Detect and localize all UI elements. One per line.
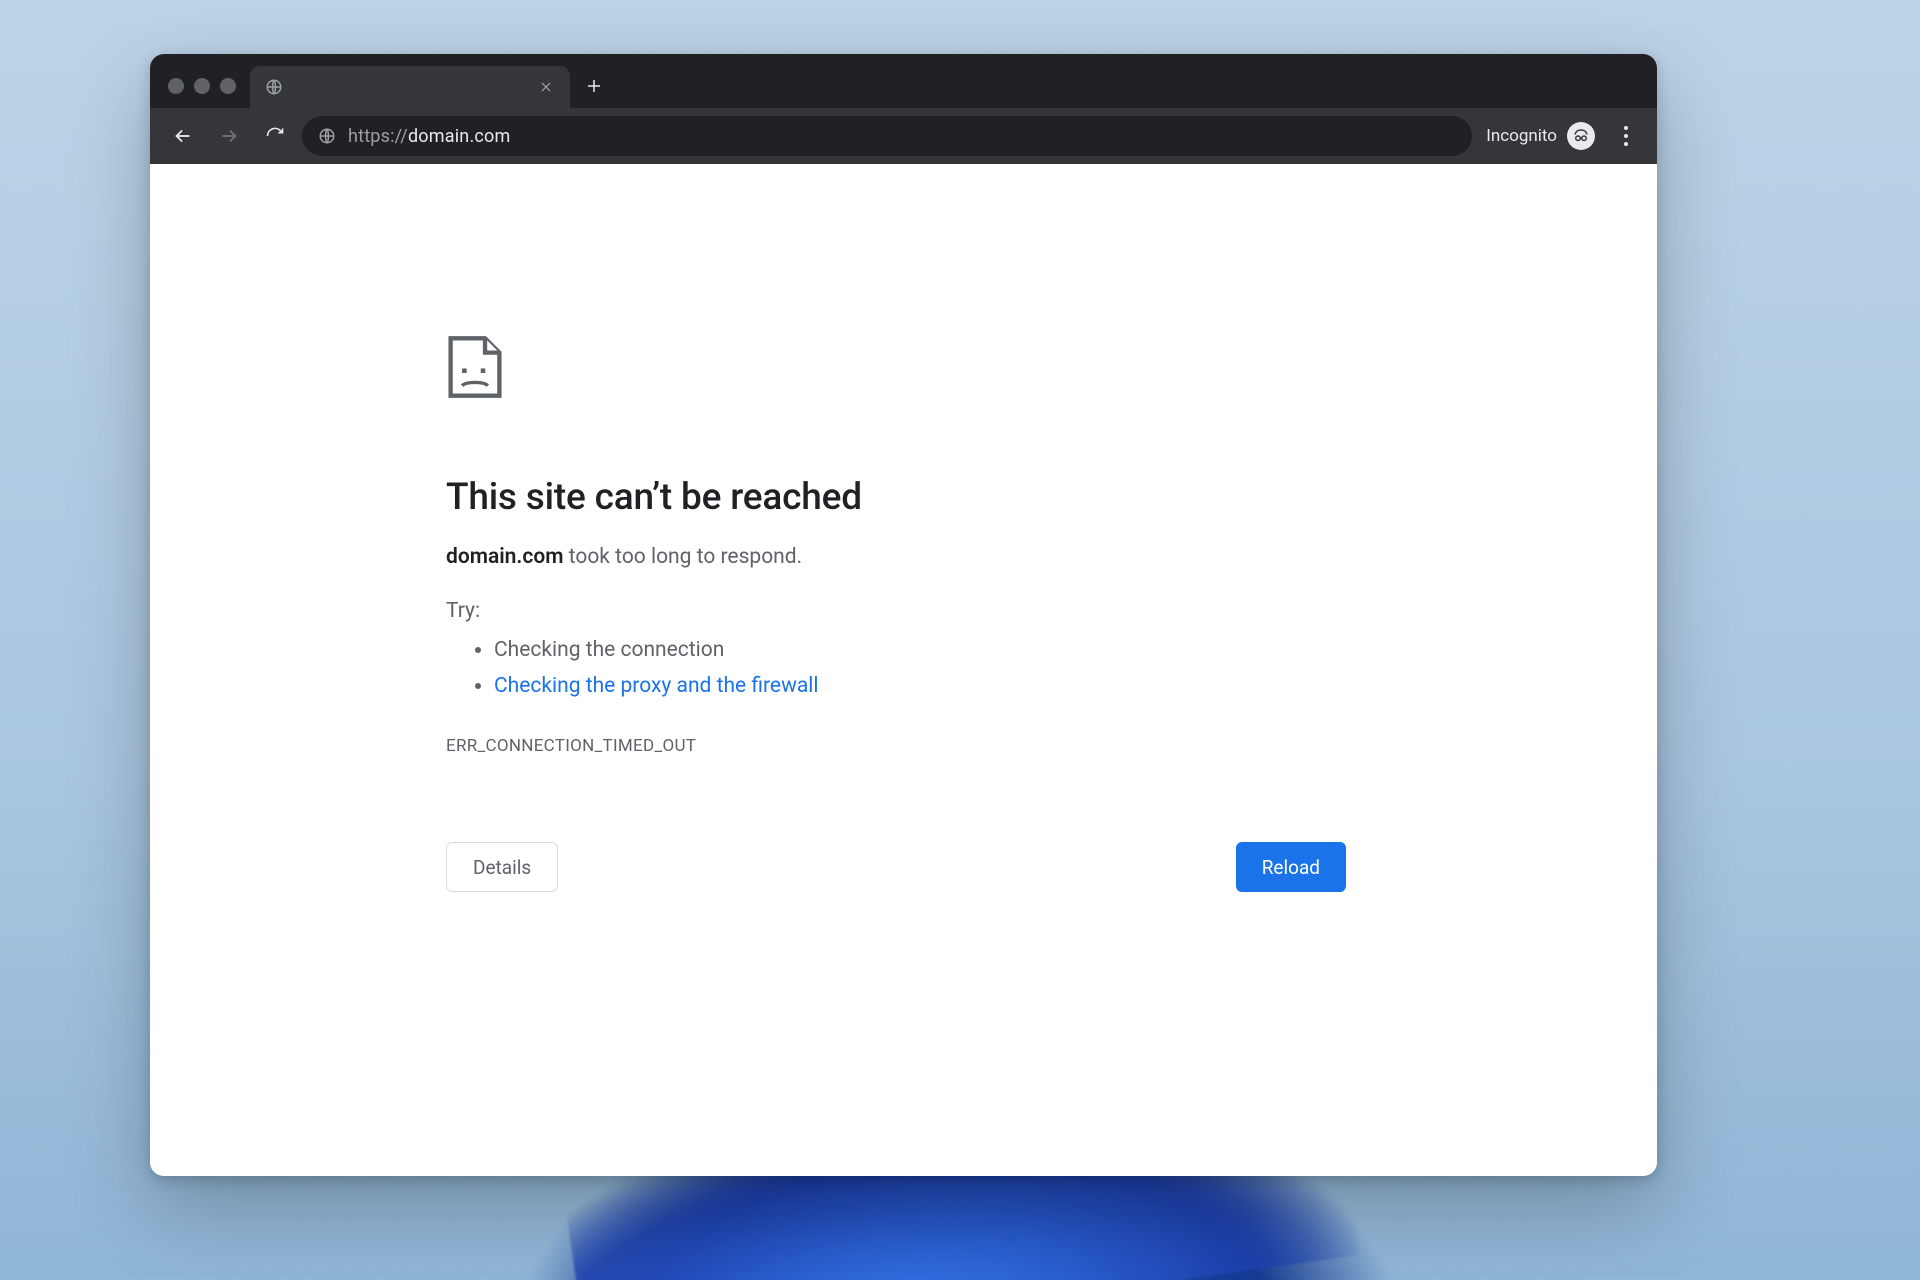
- forward-button[interactable]: [210, 117, 248, 155]
- browser-window: https://domain.com Incognito: [150, 54, 1657, 1176]
- error-domain: domain.com: [446, 545, 563, 569]
- sad-page-icon: [446, 334, 1346, 404]
- url-host: domain.com: [408, 126, 511, 147]
- incognito-icon: [1567, 122, 1595, 150]
- try-label: Try:: [446, 599, 1346, 623]
- close-tab-icon[interactable]: [536, 77, 556, 97]
- suggestion-item: Checking the proxy and the firewall: [494, 669, 1346, 705]
- error-button-row: Details Reload: [446, 842, 1346, 892]
- error-code: ERR_CONNECTION_TIMED_OUT: [446, 736, 1346, 756]
- traffic-light-close[interactable]: [168, 78, 184, 94]
- error-title: This site can’t be reached: [446, 476, 1346, 519]
- menu-button[interactable]: [1609, 117, 1643, 155]
- globe-icon: [264, 77, 284, 97]
- traffic-light-minimize[interactable]: [194, 78, 210, 94]
- proxy-firewall-link[interactable]: Checking the proxy and the firewall: [494, 674, 819, 698]
- error-message-tail: took too long to respond.: [563, 545, 802, 569]
- toolbar: https://domain.com Incognito: [150, 108, 1657, 164]
- error-message: domain.com took too long to respond.: [446, 545, 1346, 569]
- site-info-icon[interactable]: [318, 127, 336, 145]
- url-text: https://domain.com: [348, 126, 510, 147]
- back-button[interactable]: [164, 117, 202, 155]
- error-page: This site can’t be reached domain.com to…: [446, 334, 1346, 892]
- tab-strip: [150, 54, 1657, 108]
- details-button[interactable]: Details: [446, 842, 558, 892]
- suggestion-text: Checking the connection: [494, 638, 724, 662]
- traffic-light-zoom[interactable]: [220, 78, 236, 94]
- browser-tab[interactable]: [250, 66, 570, 108]
- incognito-label: Incognito: [1486, 126, 1557, 146]
- address-bar[interactable]: https://domain.com: [302, 116, 1472, 156]
- reload-toolbar-button[interactable]: [256, 117, 294, 155]
- new-tab-button[interactable]: [578, 70, 610, 102]
- url-scheme: https://: [348, 126, 408, 147]
- reload-button[interactable]: Reload: [1236, 842, 1346, 892]
- incognito-badge[interactable]: Incognito: [1480, 122, 1601, 150]
- suggestion-list: Checking the connection Checking the pro…: [446, 633, 1346, 704]
- window-controls: [162, 78, 242, 108]
- suggestion-item: Checking the connection: [494, 633, 1346, 669]
- page-content: This site can’t be reached domain.com to…: [150, 164, 1657, 1176]
